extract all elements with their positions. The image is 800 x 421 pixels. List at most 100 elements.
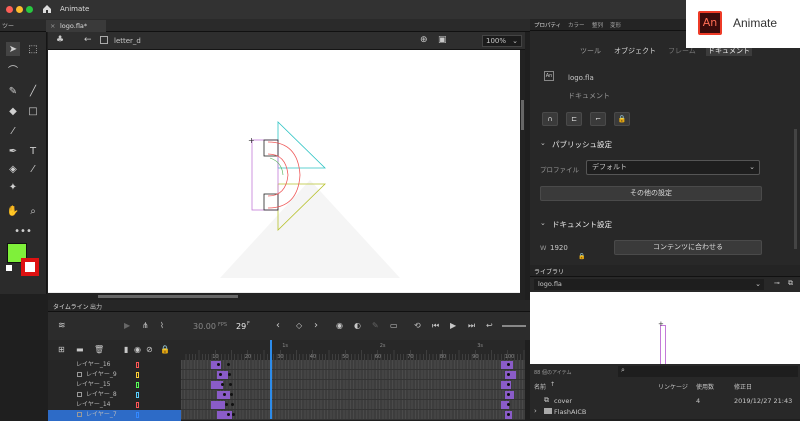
camera-icon[interactable]: ▶ <box>124 321 130 330</box>
tab-align[interactable]: 整列 <box>592 21 603 29</box>
library-search-input[interactable]: ⌕ <box>618 366 798 377</box>
ease-icon[interactable]: ⌇ <box>160 321 164 330</box>
tab-color[interactable]: カラー <box>568 21 585 29</box>
zoom-select[interactable]: 100% ⌄ <box>482 35 522 47</box>
stroke-color-swatch[interactable] <box>21 258 39 276</box>
current-frame[interactable]: 29 <box>236 322 246 331</box>
profile-select[interactable]: デフォルト ⌄ <box>586 160 760 175</box>
new-folder-icon[interactable]: ▬ <box>76 345 84 354</box>
pin-icon[interactable]: ✦ <box>6 180 20 194</box>
other-settings-button[interactable]: その他の設定 <box>540 186 762 201</box>
corner-icon[interactable]: ⌐ <box>590 112 606 126</box>
more-tools-icon[interactable]: ••• <box>14 224 32 238</box>
outline-icon[interactable]: ◉ <box>134 345 141 354</box>
library-row[interactable]: › FlashAICB <box>530 406 800 417</box>
minimize-window-button[interactable] <box>16 6 23 13</box>
brush-icon[interactable]: ╱ <box>26 84 40 98</box>
keyframe-dot[interactable] <box>221 383 224 386</box>
parenting-icon[interactable]: ⋔ <box>142 321 149 330</box>
keyframe-dot[interactable] <box>219 373 222 376</box>
layer-color-swatch[interactable] <box>136 372 139 378</box>
pencil-icon[interactable]: ✎ <box>6 84 20 98</box>
eyedropper-icon[interactable]: ⁄ <box>26 162 40 176</box>
clip-icon[interactable]: ▣ <box>438 35 447 45</box>
symbol-name[interactable]: letter_d <box>114 37 141 45</box>
eraser-icon[interactable]: ◆ <box>6 104 20 118</box>
step-back-icon[interactable]: ⏮ <box>432 321 439 331</box>
publish-settings-heading[interactable]: パブリッシュ設定 <box>552 139 612 150</box>
rectangle-icon[interactable]: □ <box>26 104 40 118</box>
keyframe-dot[interactable] <box>217 363 220 366</box>
close-tab-icon[interactable]: × <box>50 20 55 32</box>
layer-row[interactable]: レイヤー_14 <box>48 400 181 411</box>
layers-icon[interactable]: ≋ <box>58 321 66 331</box>
play-icon[interactable]: ▶ <box>450 321 456 330</box>
properties-scrollbar[interactable] <box>794 129 797 249</box>
keyframe-dot[interactable] <box>507 363 510 366</box>
keyframe-dot[interactable] <box>231 403 234 406</box>
rewind-icon[interactable]: ↩ <box>486 321 493 330</box>
close-window-button[interactable] <box>6 6 13 13</box>
center-stage-icon[interactable]: ⊕ <box>420 35 428 45</box>
letter-d-artwork[interactable]: + <box>48 50 520 292</box>
keyframe-dot[interactable] <box>223 393 226 396</box>
keyframe-dot[interactable] <box>507 383 510 386</box>
stage-vertical-scrollbar[interactable] <box>520 50 525 295</box>
onion-skin-icon[interactable]: ◉ <box>336 321 343 330</box>
document-tab[interactable]: × logo.fla* <box>46 20 106 32</box>
tab-transform[interactable]: 変形 <box>610 21 621 29</box>
next-keyframe-icon[interactable]: › <box>314 320 318 331</box>
layer-row[interactable]: レイヤー_9 <box>48 370 181 381</box>
free-transform-icon[interactable]: ⬚ <box>26 42 40 56</box>
highlight-icon[interactable]: ▮ <box>124 345 128 354</box>
stage-canvas[interactable]: + <box>48 50 520 292</box>
pin-icon[interactable]: ⊸ <box>774 279 780 287</box>
width-value[interactable]: 1920 <box>550 244 568 252</box>
keyframe-dot[interactable] <box>507 373 510 376</box>
visibility-icon[interactable]: ⊘ <box>146 345 153 354</box>
chevron-right-icon[interactable]: › <box>534 407 537 415</box>
layer-color-swatch[interactable] <box>136 402 139 408</box>
zoom-icon[interactable]: ⌕ <box>26 204 40 218</box>
frame-ruler[interactable]: 10 20 30 40 50 60 70 80 90 100 1s 2s 3s <box>181 340 525 360</box>
library-row[interactable]: ⧉ cover 4 2019/12/27 21:43 <box>530 395 800 406</box>
new-library-icon[interactable]: ⧉ <box>788 279 793 288</box>
brush-edit-icon[interactable]: ✎ <box>372 321 379 330</box>
fit-to-content-button[interactable]: コンテンツに合わせる <box>614 240 762 255</box>
subtab-object[interactable]: オブジェクト <box>614 46 656 56</box>
column-name[interactable]: 名前 <box>534 382 546 391</box>
stage-horizontal-scrollbar[interactable] <box>48 293 525 300</box>
document-settings-heading[interactable]: ドキュメント設定 <box>552 219 612 230</box>
add-keyframe-icon[interactable]: ◇ <box>296 321 302 330</box>
keyframe-dot[interactable] <box>229 383 232 386</box>
tab-timeline[interactable]: タイムライン <box>53 302 89 311</box>
layer-row[interactable]: レイヤー_16 <box>48 360 181 371</box>
onion-edit-icon[interactable]: ◐ <box>354 321 361 330</box>
selection-tool-icon[interactable]: ➤ <box>6 42 20 56</box>
library-file-select[interactable]: logo.fla ⌄ <box>534 279 764 290</box>
line-icon[interactable]: ⁄ <box>6 124 20 138</box>
timeline-zoom-slider[interactable] <box>502 325 526 327</box>
keyframe-dot[interactable] <box>230 393 233 396</box>
delete-layer-icon[interactable]: 🗑 <box>94 345 104 354</box>
column-usage[interactable]: 使用数 <box>696 382 714 391</box>
keyframe-dot[interactable] <box>507 393 510 396</box>
layer-row[interactable]: レイヤー_8 <box>48 390 181 401</box>
keyframe-dot[interactable] <box>228 373 231 376</box>
library-title[interactable]: ライブラリ <box>534 267 564 276</box>
prev-keyframe-icon[interactable]: ‹ <box>276 320 280 331</box>
home-icon[interactable] <box>42 4 52 14</box>
chevron-down-icon[interactable]: ⌄ <box>540 219 546 227</box>
keyframe-dot[interactable] <box>232 413 235 416</box>
tween-span[interactable] <box>211 401 225 409</box>
layer-color-swatch[interactable] <box>136 382 139 388</box>
subtab-tool[interactable]: ツール <box>580 46 601 56</box>
column-modified[interactable]: 修正日 <box>734 382 752 391</box>
zoom-window-button[interactable] <box>26 6 33 13</box>
keyframe-dot[interactable] <box>507 403 510 406</box>
lock-icon[interactable]: 🔒 <box>614 112 630 126</box>
new-layer-icon[interactable]: ⊞ <box>58 345 65 354</box>
scene-icon[interactable]: ♣ <box>56 35 64 45</box>
align-icon[interactable]: ⊏ <box>566 112 582 126</box>
text-tool-icon[interactable]: T <box>26 144 40 158</box>
